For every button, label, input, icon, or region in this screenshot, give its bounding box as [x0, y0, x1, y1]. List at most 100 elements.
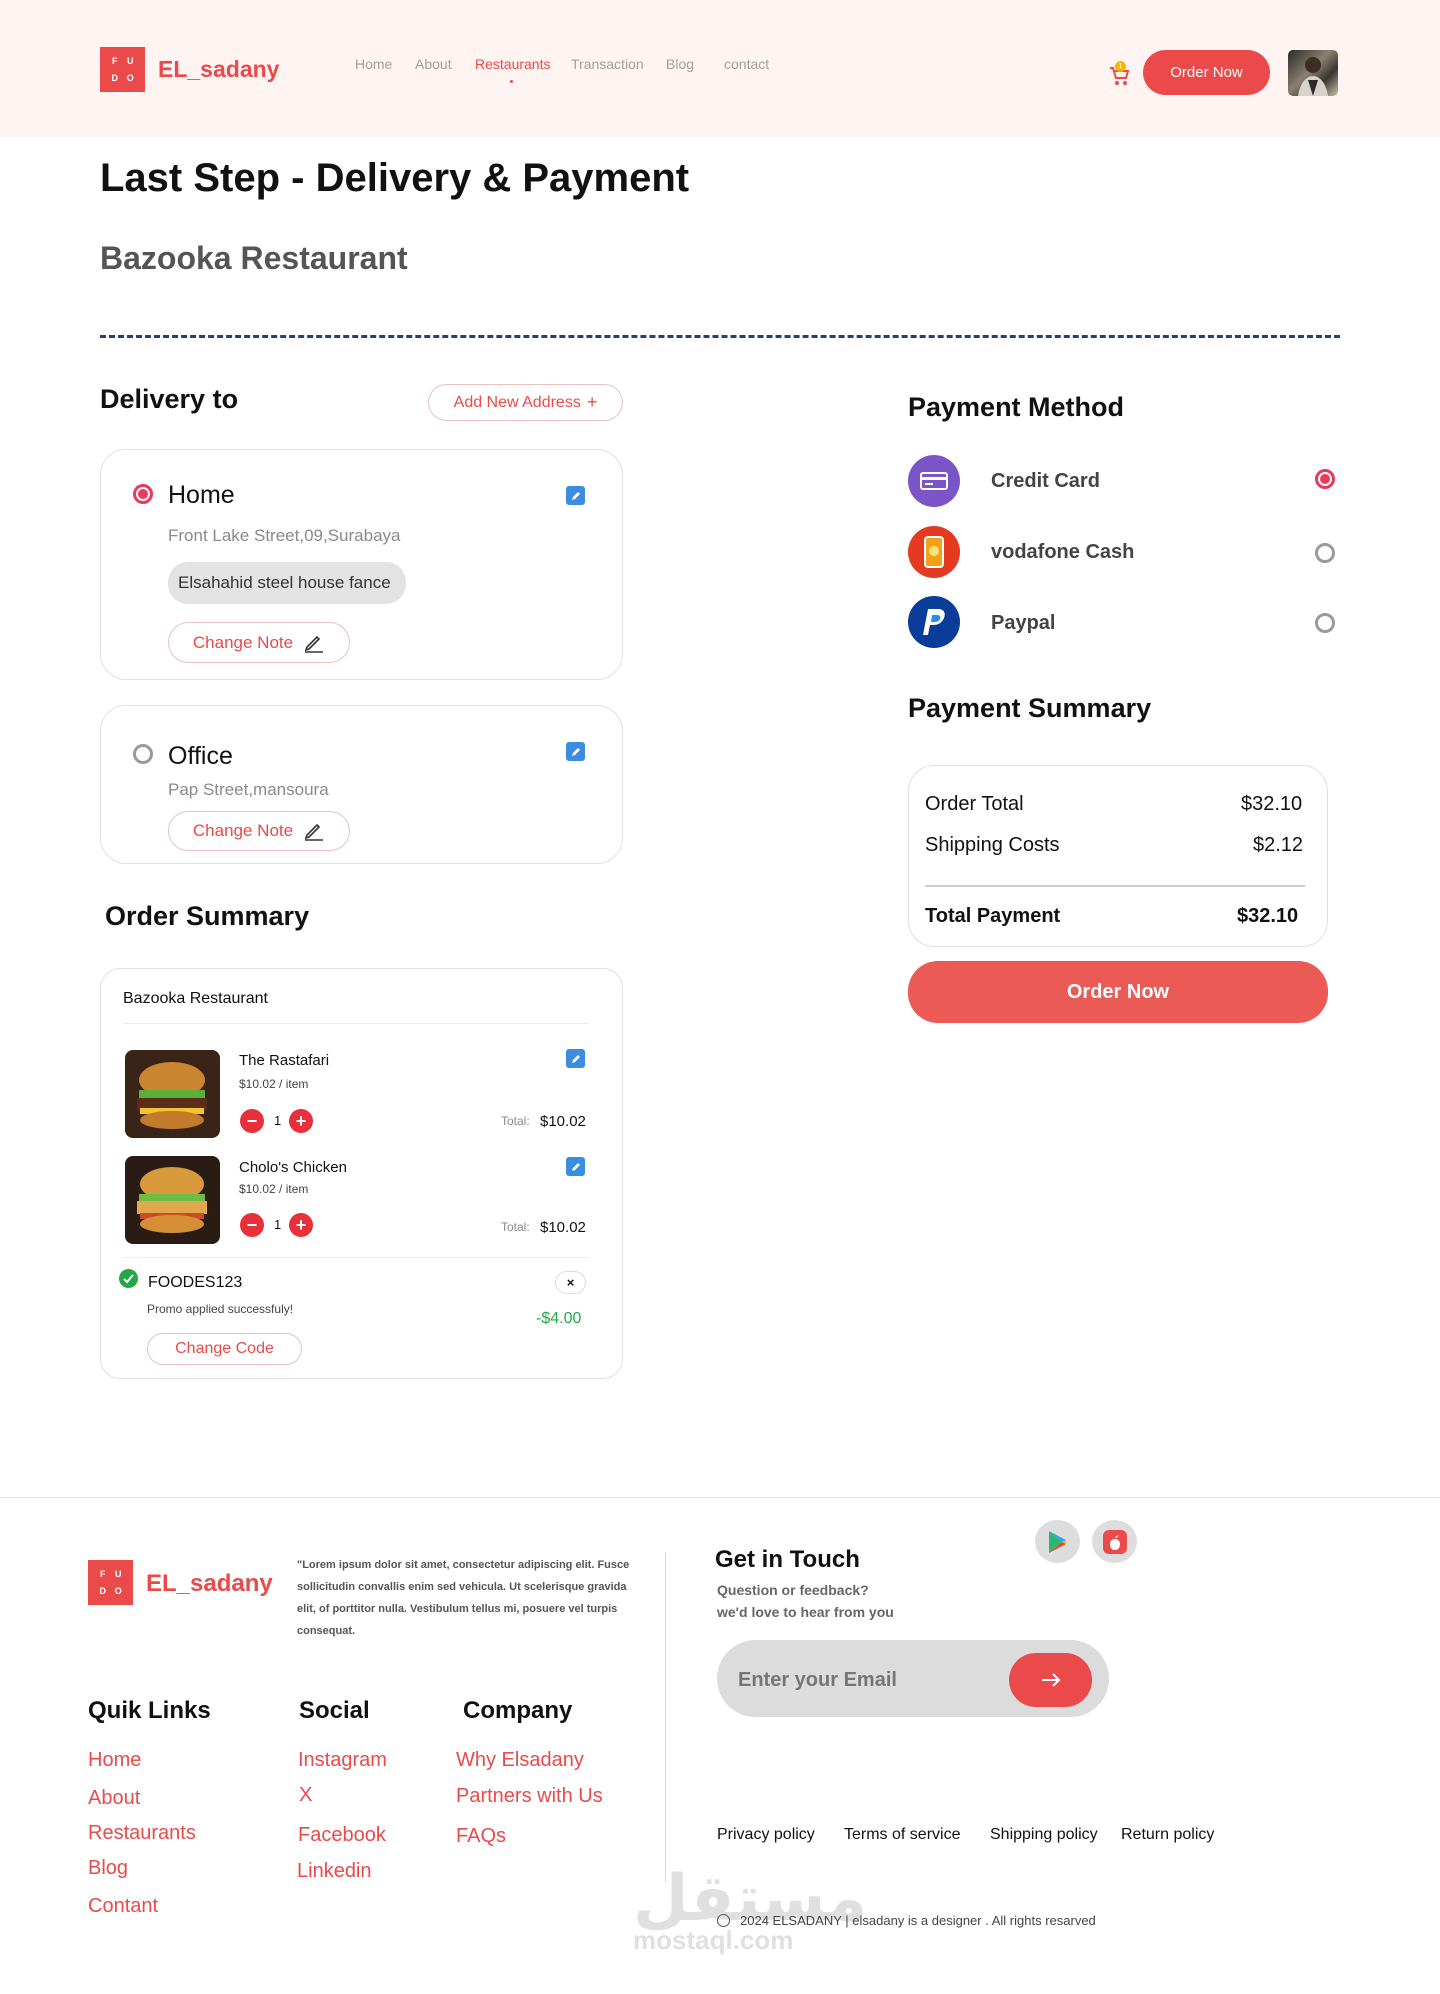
- order-restaurant-name: Bazooka Restaurant: [123, 990, 268, 1007]
- change-note-button[interactable]: Change Note: [168, 811, 350, 851]
- google-play-icon[interactable]: [1035, 1520, 1080, 1563]
- increase-qty-button[interactable]: +: [289, 1213, 313, 1237]
- footer-link-facebook[interactable]: Facebook: [298, 1824, 386, 1847]
- address-radio-office[interactable]: [133, 744, 153, 764]
- nav-about[interactable]: About: [415, 56, 452, 72]
- summary-value: $2.12: [1253, 834, 1304, 856]
- footer-about-text: "Lorem ipsum dolor sit amet, consectetur…: [297, 1559, 630, 1637]
- address-text: Pap Street,mansoura: [168, 780, 329, 799]
- nav-home[interactable]: Home: [355, 56, 392, 72]
- footer-link-instagram[interactable]: Instagram: [298, 1749, 387, 1772]
- paypal-icon: [908, 596, 960, 648]
- edit-icon[interactable]: [566, 742, 585, 761]
- copyright-text: 2024 ELSADANY | elsadany is a designer .…: [740, 1913, 1096, 1928]
- active-nav-indicator: [510, 80, 513, 83]
- credit-card-icon: [908, 455, 960, 507]
- logo-letter: D: [111, 72, 119, 83]
- logo-letter: O: [126, 72, 134, 83]
- footer-vertical-divider: [665, 1552, 666, 1882]
- footer-link-partners[interactable]: Partners with Us: [456, 1785, 603, 1808]
- footer-link-restaurants[interactable]: Restaurants: [88, 1822, 196, 1845]
- payment-radio-vodafone-cash[interactable]: [1315, 543, 1335, 563]
- change-note-label: Change Note: [192, 821, 294, 840]
- site-logo[interactable]: F U D O: [100, 47, 145, 92]
- divider: [123, 1257, 589, 1258]
- payment-method-label: Paypal: [991, 612, 1056, 634]
- nav-blog[interactable]: Blog: [666, 56, 694, 72]
- change-code-button[interactable]: Change Code: [147, 1333, 302, 1365]
- watermark-url: mostaql.com: [633, 1925, 794, 1955]
- brand-name[interactable]: EL_sadany: [158, 56, 279, 83]
- footer-link-x[interactable]: X: [299, 1784, 312, 1807]
- nav-contact[interactable]: contact: [724, 56, 769, 72]
- nav-transaction[interactable]: Transaction: [571, 56, 644, 72]
- social-heading: Social: [299, 1697, 370, 1724]
- payment-method-label: Credit Card: [991, 470, 1100, 492]
- footer-link-about[interactable]: About: [88, 1787, 140, 1810]
- policy-link-shipping[interactable]: Shipping policy: [990, 1826, 1098, 1844]
- edit-icon[interactable]: [566, 1157, 585, 1176]
- logo-letter: U: [115, 1569, 122, 1580]
- nav-restaurants[interactable]: Restaurants: [475, 56, 550, 72]
- promo-code: FOODES123: [148, 1274, 243, 1291]
- address-name: Office: [168, 742, 233, 770]
- get-in-touch-heading: Get in Touch: [715, 1546, 860, 1573]
- remove-promo-close-icon[interactable]: ×: [555, 1271, 586, 1294]
- page-title: Last Step - Delivery & Payment: [100, 156, 690, 200]
- logo-letter: D: [99, 1585, 107, 1596]
- cart-badge: 1: [1115, 61, 1126, 72]
- payment-radio-paypal[interactable]: [1315, 613, 1335, 633]
- footer-link-linkedin[interactable]: Linkedin: [297, 1860, 372, 1883]
- header-order-now-button[interactable]: Order Now: [1143, 50, 1270, 95]
- divider: [100, 335, 1340, 338]
- add-new-address-button[interactable]: Add New Address +: [428, 384, 623, 421]
- item-name: Cholo's Chicken: [239, 1159, 347, 1176]
- subscribe-arrow-button[interactable]: [1009, 1653, 1092, 1707]
- vodafone-cash-icon: [908, 526, 960, 578]
- contact-line: Question or feedback?: [717, 1582, 869, 1598]
- payment-radio-credit-card[interactable]: [1315, 469, 1335, 489]
- divider: [123, 1023, 589, 1024]
- footer-link-home[interactable]: Home: [88, 1749, 141, 1772]
- plus-icon: +: [586, 392, 598, 412]
- address-note: Elsahahid steel house fance: [168, 562, 406, 604]
- logo-letter: O: [114, 1585, 122, 1596]
- footer-brand: EL_sadany: [146, 1570, 273, 1597]
- footer-divider: [0, 1497, 1440, 1498]
- increase-qty-button[interactable]: +: [289, 1109, 313, 1133]
- add-address-label: Add New Address: [453, 393, 581, 411]
- pen-icon: [304, 823, 324, 841]
- order-now-button[interactable]: Order Now: [908, 961, 1328, 1023]
- policy-link-terms[interactable]: Terms of service: [844, 1826, 960, 1844]
- edit-icon[interactable]: [566, 1049, 585, 1068]
- item-total-label: Total:: [501, 1114, 530, 1128]
- app-store-icon[interactable]: [1092, 1520, 1137, 1563]
- payment-method-heading: Payment Method: [908, 392, 1125, 422]
- decrease-qty-button[interactable]: −: [240, 1213, 264, 1237]
- avatar[interactable]: [1288, 50, 1338, 96]
- footer-link-faqs[interactable]: FAQs: [456, 1825, 506, 1848]
- item-qty: 1: [274, 1113, 282, 1128]
- item-price: $10.02 / item: [239, 1077, 309, 1091]
- address-radio-home[interactable]: [133, 484, 153, 504]
- item-total: $10.02: [540, 1219, 586, 1236]
- footer-link-contact[interactable]: Contant: [88, 1895, 158, 1918]
- summary-value: $32.10: [1241, 793, 1303, 815]
- summary-label: Order Total: [925, 793, 1024, 815]
- promo-message: Promo applied successfuly!: [147, 1302, 294, 1316]
- item-total: $10.02: [540, 1113, 586, 1130]
- edit-icon[interactable]: [566, 486, 585, 505]
- email-input[interactable]: [738, 1664, 988, 1696]
- decrease-qty-button[interactable]: −: [240, 1109, 264, 1133]
- change-note-button[interactable]: Change Note: [168, 622, 350, 663]
- footer-logo[interactable]: F U D O: [88, 1560, 133, 1605]
- pen-icon: [304, 635, 324, 653]
- check-icon: [119, 1269, 138, 1288]
- footer-link-why-elsadany[interactable]: Why Elsadany: [456, 1749, 584, 1772]
- policy-link-return[interactable]: Return policy: [1121, 1826, 1214, 1844]
- logo-letter: F: [112, 56, 118, 67]
- arrow-right-icon: [1041, 1673, 1060, 1687]
- contact-line: we'd love to hear from you: [717, 1604, 894, 1620]
- policy-link-privacy[interactable]: Privacy policy: [717, 1826, 815, 1844]
- footer-link-blog[interactable]: Blog: [88, 1857, 128, 1880]
